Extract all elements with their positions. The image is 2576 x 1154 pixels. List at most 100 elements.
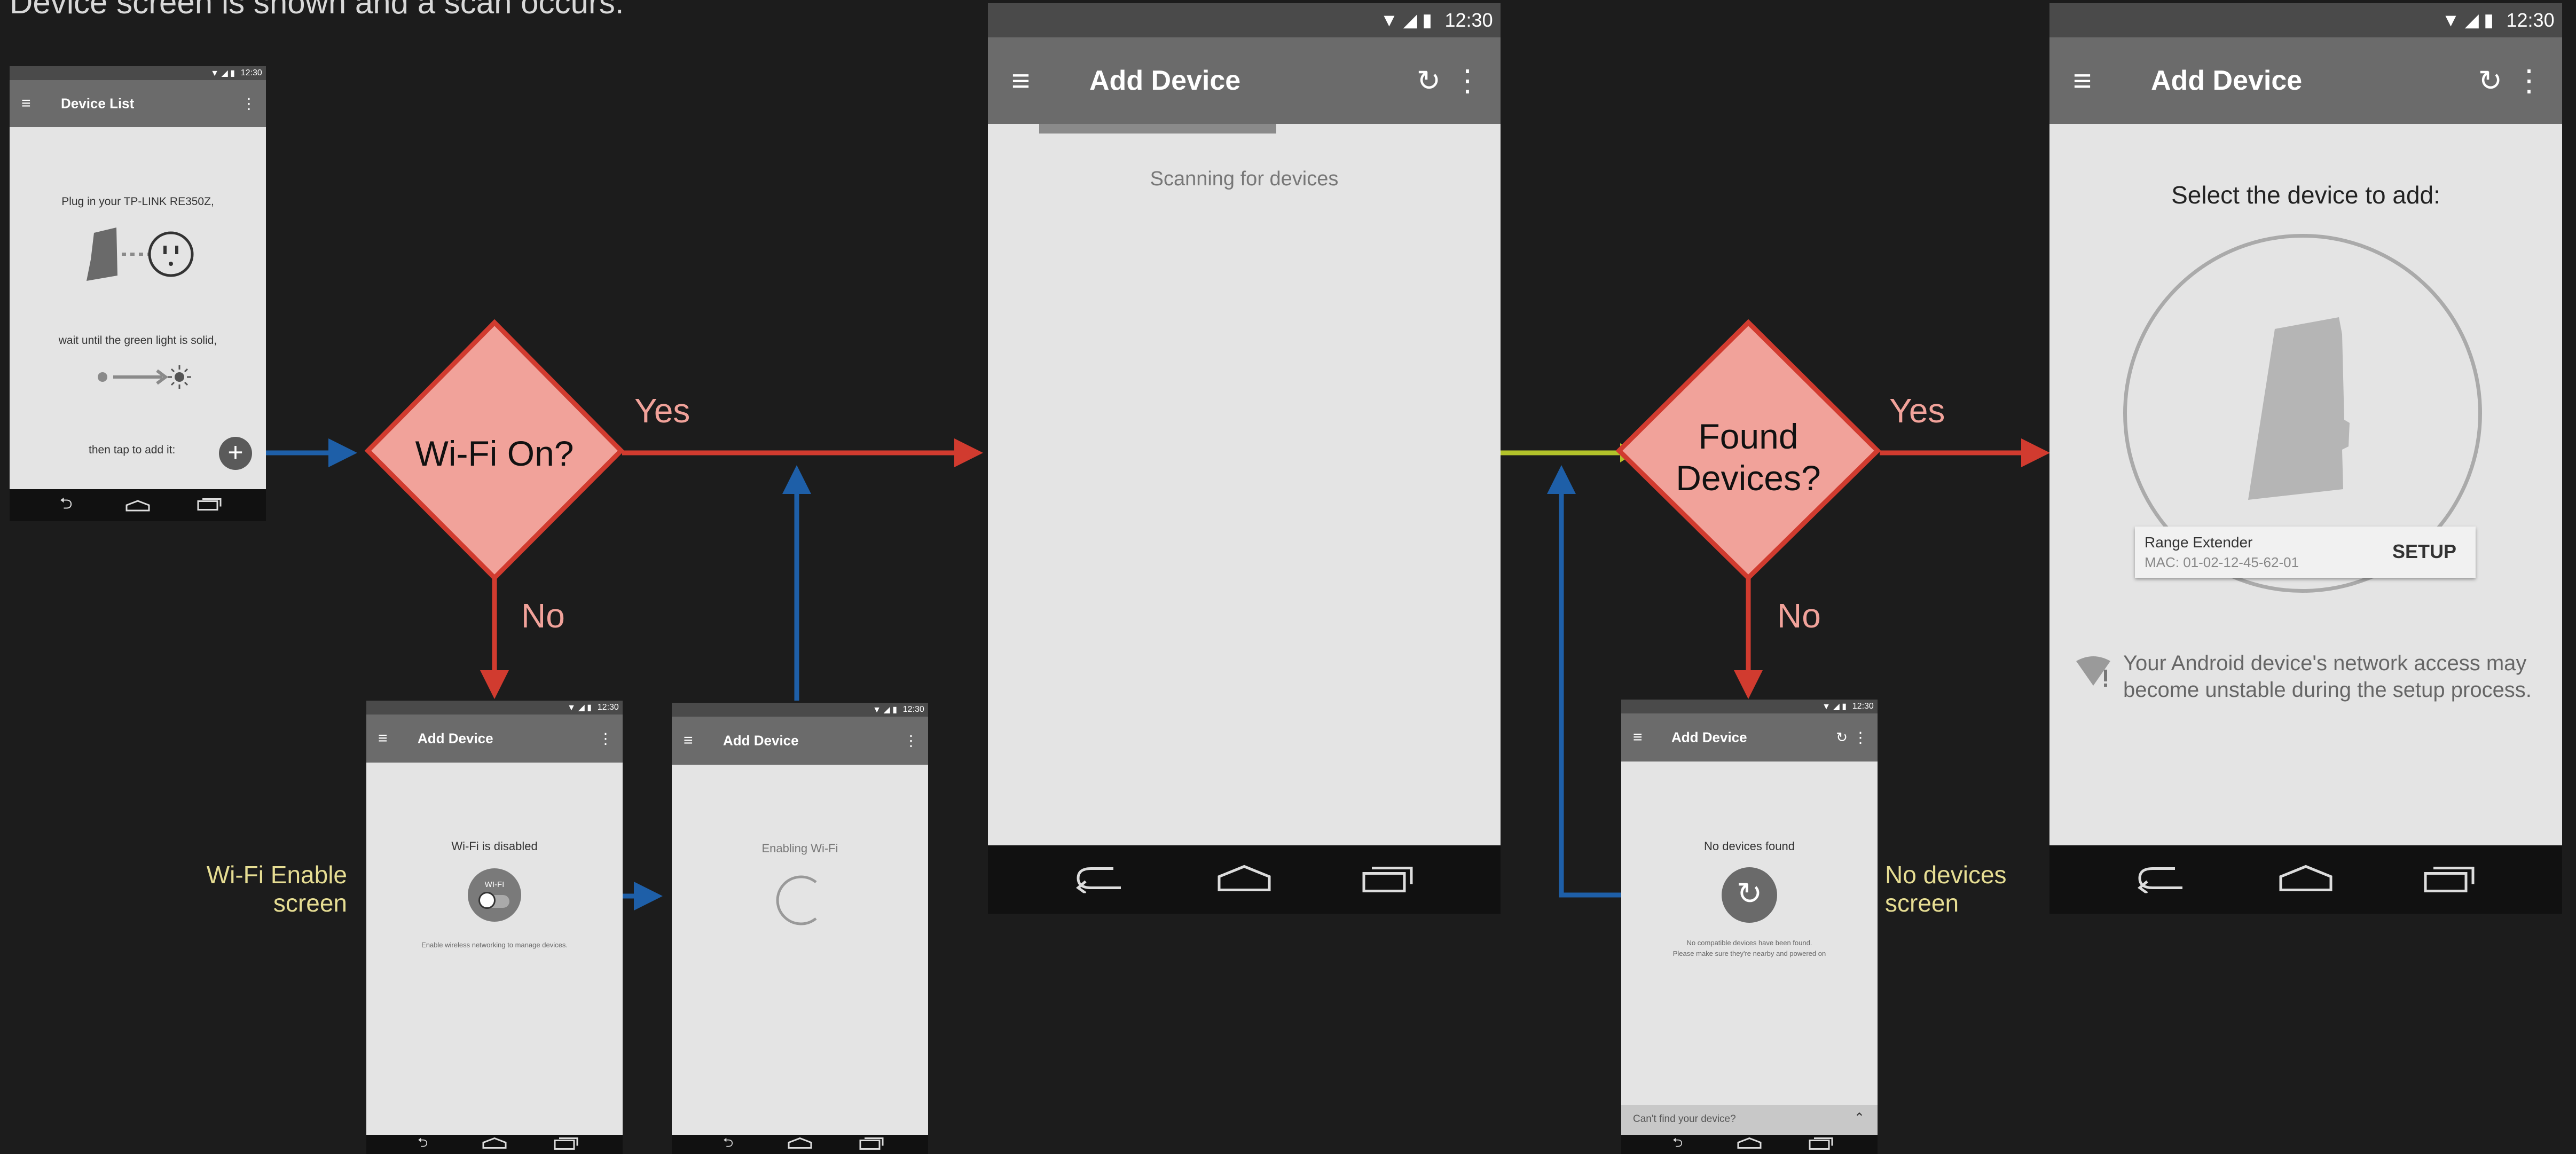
device-card[interactable]: Range Extender MAC: 01-02-12-45-62-01 SE… <box>2135 527 2476 578</box>
cant-find-device-panel[interactable]: Can't find your device? ⌃ <box>1621 1105 1878 1135</box>
back-icon[interactable] <box>1075 863 1126 896</box>
network-warning-line2: become unstable during the setup process… <box>2123 678 2532 702</box>
recents-icon[interactable] <box>2424 864 2475 896</box>
scanning-screen: ▼ ◢ ▮ 12:30 ≡ Add Device ↻ ⋮ Scanning fo… <box>988 3 1501 914</box>
status-bar: ▼ ◢ ▮ 12:30 <box>10 66 266 80</box>
found-no-label: No <box>1777 596 1821 635</box>
status-bar: ▼ ◢ ▮ 12:30 <box>1621 700 1878 713</box>
overflow-menu-icon[interactable]: ⋮ <box>241 95 256 113</box>
refresh-icon[interactable]: ↻ <box>1417 64 1441 98</box>
select-heading: Select the device to add: <box>2171 181 2440 209</box>
navigation-bar <box>2049 845 2562 914</box>
scanning-message: Scanning for devices <box>1150 168 1339 190</box>
wifi-warning-icon <box>2076 656 2110 687</box>
back-icon[interactable]: ⮌ <box>60 492 73 519</box>
home-icon[interactable] <box>125 500 150 512</box>
menu-icon[interactable]: ≡ <box>684 732 693 750</box>
status-bar: ▼ ◢ ▮ 12:30 <box>988 3 1501 37</box>
refresh-icon[interactable]: ↻ <box>1836 729 1848 746</box>
home-icon[interactable] <box>482 1137 507 1152</box>
status-time: 12:30 <box>1444 9 1493 31</box>
home-icon[interactable] <box>1218 865 1271 894</box>
home-icon[interactable] <box>2279 865 2332 894</box>
wifi-disabled-message: Wi-Fi is disabled <box>451 839 538 853</box>
status-icons: ▼ ◢ ▮ <box>210 69 235 78</box>
status-bar: ▼ ◢ ▮ 12:30 <box>2049 3 2562 37</box>
network-warning-line1: Your Android device's network access may <box>2123 651 2527 675</box>
recents-icon[interactable] <box>197 497 222 514</box>
overflow-menu-icon[interactable]: ⋮ <box>904 732 918 750</box>
no-devices-hint-1: No compatible devices have been found. <box>1686 939 1812 947</box>
wifi-yes-label: Yes <box>634 391 690 430</box>
status-time: 12:30 <box>240 68 262 77</box>
found-decision-label-2: Devices? <box>1676 458 1821 498</box>
status-time: 12:30 <box>1852 702 1874 711</box>
wifi-toggle-button[interactable]: WI-FI <box>468 868 521 922</box>
add-device-fab[interactable]: + <box>219 437 252 470</box>
home-icon[interactable] <box>788 1137 812 1152</box>
recents-icon[interactable] <box>1362 864 1413 896</box>
enabling-wifi-message: Enabling Wi-Fi <box>761 842 838 855</box>
recents-icon[interactable] <box>554 1136 578 1153</box>
recents-icon[interactable] <box>1809 1136 1833 1153</box>
status-time: 12:30 <box>597 703 619 712</box>
instruction-step-1: Plug in your TP-LINK RE350Z, <box>61 195 214 208</box>
wifi-enable-side-label-line1: Wi-Fi Enable <box>206 861 347 889</box>
rescan-button[interactable]: ↻ <box>1722 867 1777 923</box>
refresh-icon[interactable]: ↻ <box>2478 64 2502 98</box>
navigation-bar: ⮌ <box>1621 1135 1878 1154</box>
setup-button[interactable]: SETUP <box>2392 540 2456 563</box>
menu-icon[interactable]: ≡ <box>2073 62 2092 99</box>
status-icons: ▼ ◢ ▮ <box>1380 10 1432 30</box>
device-name: Range Extender <box>2145 534 2253 551</box>
device-mac: MAC: 01-02-12-45-62-01 <box>2145 554 2299 570</box>
status-icons: ▼ ◢ ▮ <box>567 703 592 712</box>
status-bar: ▼ ◢ ▮ 12:30 <box>366 701 623 715</box>
app-bar: ≡ Add Device ⋮ <box>672 717 928 765</box>
device-list-screen: ▼ ◢ ▮ 12:30 ≡ Device List ⋮ Plug in your… <box>10 66 266 521</box>
instruction-step-3: then tap to add it: <box>89 444 176 456</box>
overflow-menu-icon[interactable]: ⋮ <box>2514 63 2544 98</box>
status-bar: ▼ ◢ ▮ 12:30 <box>672 703 928 717</box>
overflow-menu-icon[interactable]: ⋮ <box>1853 729 1868 747</box>
found-decision-label-1: Found <box>1698 417 1799 456</box>
status-time: 12:30 <box>2506 9 2555 31</box>
wifi-no-label: No <box>521 596 565 635</box>
navigation-bar: ⮌ <box>366 1135 623 1154</box>
back-icon[interactable]: ⮌ <box>723 1134 733 1154</box>
green-light-illustration <box>98 365 191 389</box>
enabling-wifi-screen: ▼ ◢ ▮ 12:30 ≡ Add Device ⋮ Enabling Wi-F… <box>672 703 928 1154</box>
back-icon[interactable]: ⮌ <box>1672 1134 1683 1154</box>
app-bar: ≡ Add Device ⋮ <box>366 715 623 763</box>
app-bar-title: Add Device <box>2151 65 2303 96</box>
overflow-menu-icon[interactable]: ⋮ <box>598 730 613 748</box>
no-devices-hint-2: Please make sure they're nearby and powe… <box>1672 949 1826 957</box>
overflow-menu-icon[interactable]: ⋮ <box>1452 63 1482 98</box>
app-bar-title: Add Device <box>1671 729 1747 745</box>
back-icon[interactable]: ⮌ <box>418 1134 428 1154</box>
wifi-toggle-label: WI-FI <box>484 880 505 889</box>
wifi-disabled-screen: ▼ ◢ ▮ 12:30 ≡ Add Device ⋮ Wi-Fi is disa… <box>366 701 623 1154</box>
plug-in-illustration <box>87 227 194 281</box>
app-bar: ≡ Device List ⋮ <box>10 80 266 127</box>
status-icons: ▼ ◢ ▮ <box>2441 10 2494 30</box>
menu-icon[interactable]: ≡ <box>1011 62 1030 99</box>
toggle-knob-icon <box>478 892 496 909</box>
wifi-hint-text: Enable wireless networking to manage dev… <box>421 941 568 949</box>
loading-spinner-icon <box>776 875 817 925</box>
menu-icon[interactable]: ≡ <box>378 729 388 748</box>
app-bar: ≡ Add Device ↻ ⋮ <box>2049 37 2562 124</box>
scan-progress-bar <box>1039 124 1276 134</box>
wifi-enable-side-label-line2: screen <box>273 889 347 917</box>
wifi-decision-label: Wi-Fi On? <box>415 434 574 473</box>
wifi-enable-side-label: Wi-Fi Enable screen <box>182 861 347 917</box>
status-icons: ▼ ◢ ▮ <box>873 705 897 715</box>
recents-icon[interactable] <box>859 1136 884 1153</box>
no-devices-screen: ▼ ◢ ▮ 12:30 ≡ Add Device ↻ ⋮ No devices … <box>1621 700 1878 1154</box>
home-icon[interactable] <box>1737 1137 1762 1152</box>
back-icon[interactable] <box>2137 863 2188 896</box>
menu-icon[interactable]: ≡ <box>1633 728 1643 747</box>
navigation-bar: ⮌ <box>10 489 266 521</box>
status-icons: ▼ ◢ ▮ <box>1822 702 1847 711</box>
menu-icon[interactable]: ≡ <box>21 95 31 113</box>
